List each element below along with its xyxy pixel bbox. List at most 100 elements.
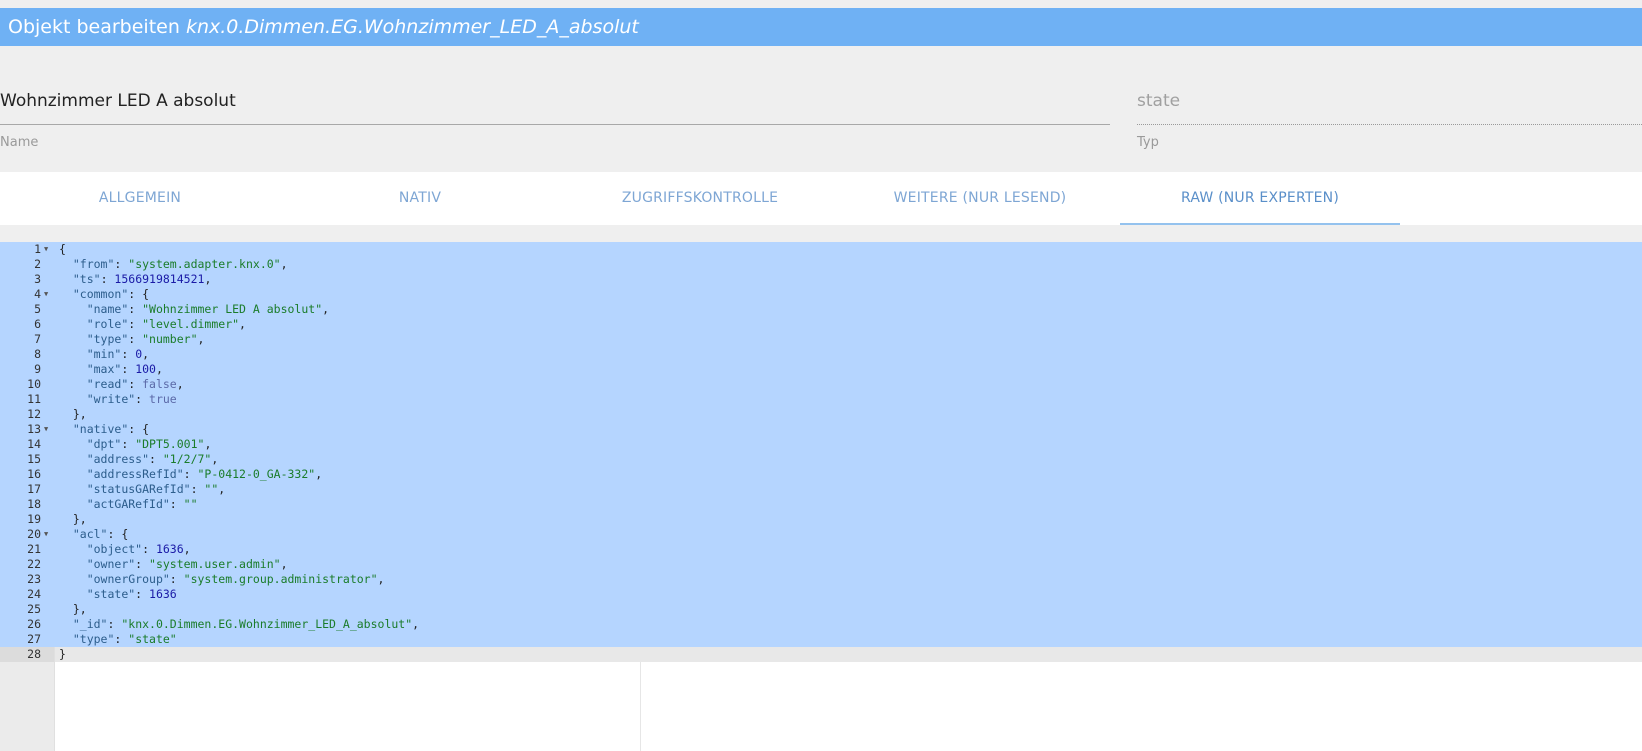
code-token: "P-0412-0_GA-332"	[197, 467, 316, 481]
line-number: 13	[27, 422, 41, 436]
line-code: "ownerGroup": "system.group.administrato…	[59, 572, 385, 587]
code-token: :	[100, 272, 115, 286]
code-line[interactable]: 12 },	[0, 407, 1642, 422]
tab-nativ[interactable]: NATIV	[280, 172, 560, 225]
code-token: "addressRefId"	[86, 467, 184, 481]
code-token: "ownerGroup"	[86, 572, 170, 586]
code-line[interactable]: 11 "write": true	[0, 392, 1642, 407]
code-line[interactable]: 20 ▼ "acl": {	[0, 527, 1642, 542]
line-number: 8	[34, 347, 41, 361]
code-line[interactable]: 10 "read": false,	[0, 377, 1642, 392]
line-code: "_id": "knx.0.Dimmen.EG.Wohnzimmer_LED_A…	[59, 617, 419, 632]
code-token: :	[135, 392, 150, 406]
line-code: "write": true	[59, 392, 177, 407]
code-line[interactable]: 21 "object": 1636,	[0, 542, 1642, 557]
code-token: ,	[176, 377, 184, 391]
code-token: "actGARefId"	[86, 497, 170, 511]
fold-arrow-icon[interactable]: ▼	[44, 422, 48, 437]
code-token: :	[169, 572, 184, 586]
code-line[interactable]: 26 "_id": "knx.0.Dimmen.EG.Wohnzimmer_LE…	[0, 617, 1642, 632]
code-line[interactable]: 14 "dpt": "DPT5.001",	[0, 437, 1642, 452]
code-line[interactable]: 4 ▼ "common": {	[0, 287, 1642, 302]
code-line[interactable]: 18 "actGARefId": ""	[0, 497, 1642, 512]
code-line[interactable]: 6 "role": "level.dimmer",	[0, 317, 1642, 332]
line-code: "common": {	[59, 287, 149, 302]
line-code: }	[59, 647, 66, 662]
code-line[interactable]: 25 },	[0, 602, 1642, 617]
code-token: :	[121, 437, 136, 451]
code-line[interactable]: 19 },	[0, 512, 1642, 527]
code-line[interactable]: 7 "type": "number",	[0, 332, 1642, 347]
code-line[interactable]: 2 "from": "system.adapter.knx.0",	[0, 257, 1642, 272]
code-token: "DPT5.001"	[135, 437, 205, 451]
line-number: 9	[34, 362, 41, 376]
code-token: :	[169, 497, 184, 511]
line-code: "name": "Wohnzimmer LED A absolut",	[59, 302, 329, 317]
code-line[interactable]: 5 "name": "Wohnzimmer LED A absolut",	[0, 302, 1642, 317]
tab-weitere[interactable]: WEITERE (NUR LESEND)	[840, 172, 1120, 225]
code-token: :	[183, 467, 198, 481]
tab-bar: ALLGEMEIN NATIV ZUGRIFFSKONTROLLE WEITER…	[0, 172, 1642, 225]
code-token: "read"	[86, 377, 129, 391]
code-line[interactable]: 24 "state": 1636	[0, 587, 1642, 602]
fold-arrow-icon[interactable]: ▼	[44, 242, 48, 257]
line-number: 21	[27, 542, 41, 556]
code-token: },	[59, 512, 87, 526]
code-line[interactable]: 28}	[0, 647, 1642, 662]
code-token: ,	[155, 362, 163, 376]
line-number: 24	[27, 587, 41, 601]
code-token: ,	[211, 452, 219, 466]
code-token: "level.dimmer"	[142, 317, 240, 331]
code-line[interactable]: 1 ▼ {	[0, 242, 1642, 257]
code-token: "name"	[86, 302, 129, 316]
line-number: 11	[27, 392, 41, 406]
code-line[interactable]: 3 "ts": 1566919814521,	[0, 272, 1642, 287]
code-token: }	[59, 647, 66, 661]
code-token: :	[149, 452, 163, 466]
code-line[interactable]: 8 "min": 0,	[0, 347, 1642, 362]
line-code: "addressRefId": "P-0412-0_GA-332",	[59, 467, 322, 482]
code-token: "dpt"	[86, 437, 122, 451]
code-line[interactable]: 22 "owner": "system.user.admin",	[0, 557, 1642, 572]
code-line[interactable]: 27 "type": "state"	[0, 632, 1642, 647]
code-line[interactable]: 13 ▼ "native": {	[0, 422, 1642, 437]
tab-allgemein[interactable]: ALLGEMEIN	[0, 172, 280, 225]
code-line[interactable]: 17 "statusGARefId": "",	[0, 482, 1642, 497]
code-token: ,	[204, 437, 212, 451]
code-token: ,	[377, 572, 385, 586]
code-token: ,	[239, 317, 246, 331]
code-token: 1636	[149, 587, 177, 601]
dialog-title-object-id: knx.0.Dimmen.EG.Wohnzimmer_LED_A_absolut	[185, 16, 639, 38]
code-line[interactable]: 9 "max": 100,	[0, 362, 1642, 377]
fold-arrow-icon[interactable]: ▼	[44, 287, 48, 302]
code-token: "role"	[86, 317, 129, 331]
line-number: 15	[27, 452, 41, 466]
json-code-editor[interactable]: 1 ▼{2 "from": "system.adapter.knx.0", 3 "t…	[0, 242, 1642, 751]
line-number: 5	[34, 302, 41, 316]
dialog-title-bar: Objekt bearbeiten knx.0.Dimmen.EG.Wohnzi…	[0, 8, 1642, 46]
fold-arrow-icon[interactable]: ▼	[44, 527, 48, 542]
tab-zugriffskontrolle[interactable]: ZUGRIFFSKONTROLLE	[560, 172, 840, 225]
tab-raw[interactable]: RAW (NUR EXPERTEN)	[1120, 172, 1400, 225]
code-token: "write"	[86, 392, 136, 406]
code-token: "system.group.administrator"	[183, 572, 378, 586]
code-token: ,	[218, 482, 226, 496]
name-input[interactable]: Wohnzimmer LED A absolut	[0, 88, 1110, 114]
code-line[interactable]: 16 "addressRefId": "P-0412-0_GA-332",	[0, 467, 1642, 482]
code-line[interactable]: 23 "ownerGroup": "system.group.administr…	[0, 572, 1642, 587]
name-label: Name	[0, 135, 39, 150]
code-token: },	[59, 407, 87, 421]
code-line[interactable]: 15 "address": "1/2/7",	[0, 452, 1642, 467]
code-token: "native"	[72, 422, 129, 436]
code-token: "owner"	[86, 557, 136, 571]
name-field[interactable]: Wohnzimmer LED A absolut Name	[0, 88, 1110, 158]
line-code: "min": 0,	[59, 347, 149, 362]
line-code: },	[59, 602, 87, 617]
